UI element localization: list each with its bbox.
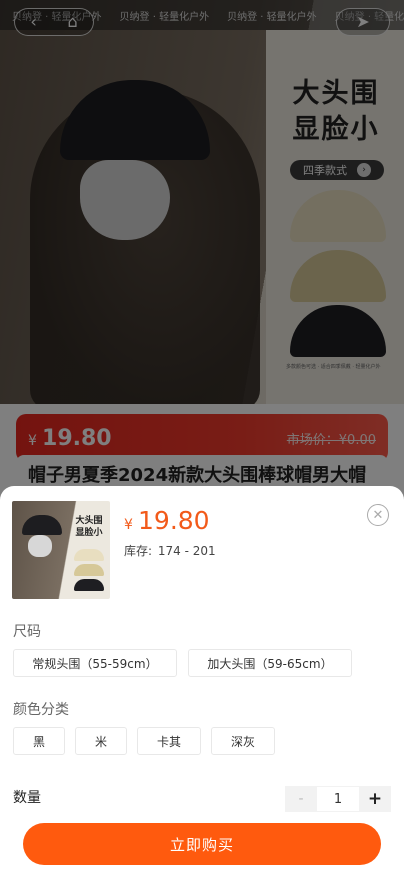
quantity-increase-button[interactable]: +: [359, 786, 391, 812]
close-button[interactable]: ✕: [367, 504, 389, 526]
thumb-mask: [28, 535, 52, 557]
size-section-title: 尺码: [13, 624, 41, 640]
quantity-stepper: - 1 +: [285, 786, 391, 812]
thumb-headline-line1: 大头围: [75, 516, 103, 526]
thumb-headline: 大头围 显脸小: [69, 515, 109, 539]
sheet-price: ¥ 19.80: [124, 506, 210, 535]
quantity-input[interactable]: 1: [317, 786, 359, 812]
color-option-darkgray[interactable]: 深灰: [211, 727, 275, 755]
quantity-decrease-button[interactable]: -: [285, 786, 317, 812]
thumb-cap: [22, 515, 62, 535]
stock-info: 库存: 174 - 201: [124, 542, 216, 559]
color-section-title: 颜色分类: [13, 702, 69, 718]
thumb-cap-beige: [74, 549, 104, 561]
size-option-large[interactable]: 加大头围（59-65cm）: [188, 649, 352, 677]
sku-selector-sheet: 大头围 显脸小 ¥ 19.80 库存: 174 - 201 ✕ 尺码 常规头围（…: [0, 486, 404, 876]
quantity-label: 数量: [13, 790, 41, 806]
color-option-khaki[interactable]: 卡其: [137, 727, 201, 755]
currency-symbol: ¥: [124, 517, 133, 533]
thumb-headline-line2: 显脸小: [75, 528, 103, 538]
stock-label: 库存:: [124, 544, 153, 558]
size-option-regular[interactable]: 常规头围（55-59cm）: [13, 649, 177, 677]
stock-range: 174 - 201: [157, 544, 216, 558]
close-icon: ✕: [372, 507, 384, 523]
color-option-black[interactable]: 黑: [13, 727, 65, 755]
thumb-cap-black: [74, 579, 104, 591]
color-option-beige[interactable]: 米: [75, 727, 127, 755]
product-thumbnail[interactable]: 大头围 显脸小: [12, 501, 110, 599]
sheet-price-amount: 19.80: [138, 506, 210, 535]
thumb-cap-khaki: [74, 564, 104, 576]
buy-now-button[interactable]: 立即购买: [23, 823, 381, 865]
